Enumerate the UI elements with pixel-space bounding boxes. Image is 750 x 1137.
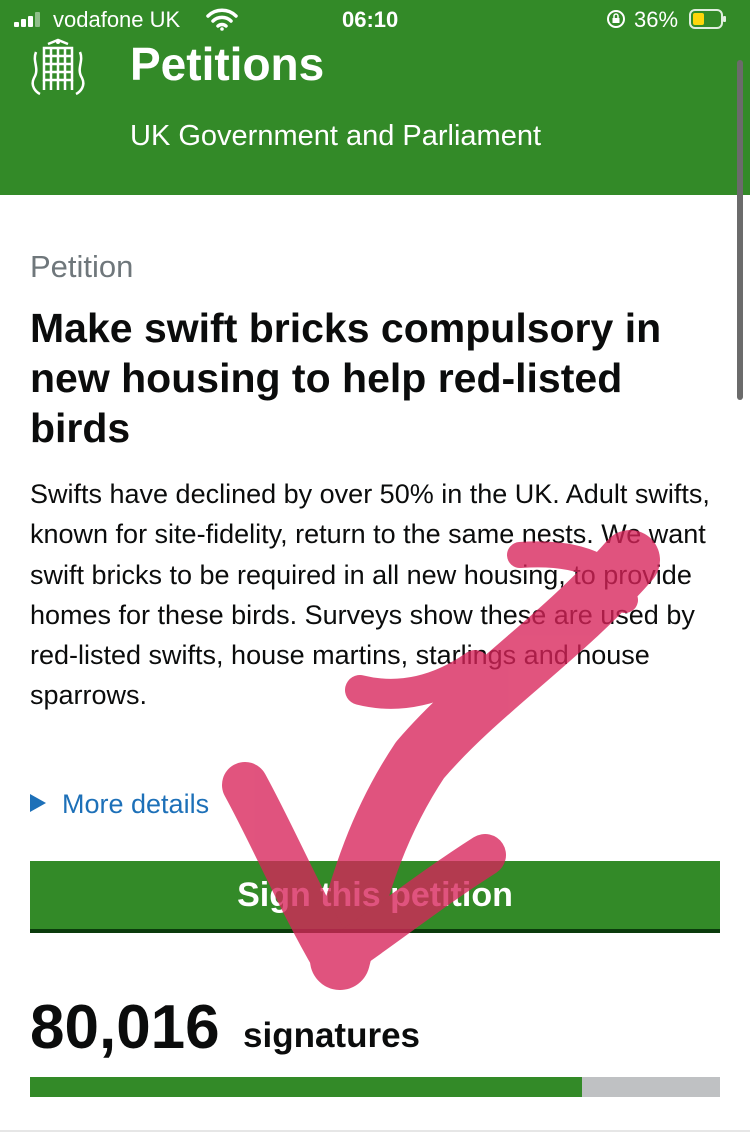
battery-percentage: 36% [634,7,679,32]
divider [0,1130,750,1132]
portcullis-icon [31,38,85,96]
site-header: vodafone UK 06:10 36% Petitions UK Gover… [0,0,750,400]
site-subtitle: UK Government and Parliament [130,120,542,152]
wifi-icon [206,8,238,31]
scroll-indicator[interactable] [737,60,743,400]
signature-progress-bar [30,1077,720,1097]
signature-count: 80,016 [30,993,220,1062]
triangle-right-icon [30,794,46,812]
signature-progress-fill [30,1077,582,1097]
more-details-label: More details [62,789,210,819]
more-details-toggle[interactable]: More details [30,786,209,822]
petition-kicker: Petition [30,249,134,284]
clock: 06:10 [342,7,399,32]
rotation-lock-icon [607,10,625,28]
carrier-name: vodafone UK [53,7,181,32]
sign-petition-button[interactable]: Sign this petition [30,861,720,933]
site-title[interactable]: Petitions [130,38,324,90]
petition-title: Make swift bricks compulsory in new hous… [30,305,662,451]
signature-label: signatures [243,1016,420,1055]
petition-summary: Swifts have declined by over 50% in the … [30,479,710,711]
battery-icon [689,9,726,29]
status-bar: vodafone UK 06:10 36% [0,0,750,40]
cellular-signal-icon [14,11,48,27]
